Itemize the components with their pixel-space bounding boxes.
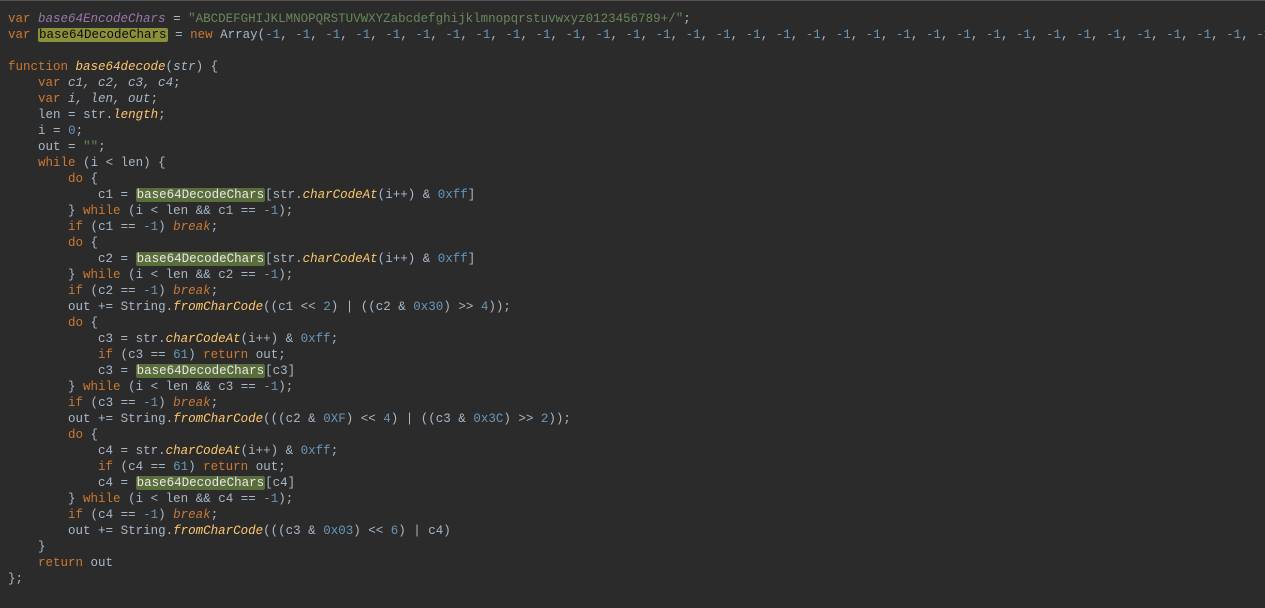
string-literal: "ABCDEFGHIJKLMNOPQRSTUVWXYZabcdefghijklm…: [188, 12, 683, 26]
code-line: if (c4 == 61) return out;: [8, 460, 286, 474]
highlight-decode: base64DecodeChars: [136, 476, 266, 490]
highlight-decode: base64DecodeChars: [38, 28, 168, 42]
code-line: if (c2 == -1) break;: [8, 284, 218, 298]
code-line: if (c1 == -1) break;: [8, 220, 218, 234]
code-line: c4 = base64DecodeChars[c4]: [8, 476, 295, 490]
code-line: if (c3 == -1) break;: [8, 396, 218, 410]
highlight-decode: base64DecodeChars: [136, 252, 266, 266]
code-line: [8, 44, 16, 58]
code-line: if (c4 == -1) break;: [8, 508, 218, 522]
code-line: var base64DecodeChars = new Array(-1, -1…: [8, 28, 1265, 42]
code-line: out += String.fromCharCode(((c2 & 0XF) <…: [8, 412, 571, 426]
code-line: out = "";: [8, 140, 106, 154]
code-line: c4 = str.charCodeAt(i++) & 0xff;: [8, 444, 338, 458]
code-line: c2 = base64DecodeChars[str.charCodeAt(i+…: [8, 252, 475, 266]
code-line: if (c3 == 61) return out;: [8, 348, 286, 362]
ident-encode: base64EncodeChars: [38, 12, 166, 26]
code-line: do {: [8, 236, 98, 250]
code-line: var c1, c2, c3, c4;: [8, 76, 181, 90]
code-line: c1 = base64DecodeChars[str.charCodeAt(i+…: [8, 188, 475, 202]
code-line: do {: [8, 428, 98, 442]
code-line: } while (i < len && c3 == -1);: [8, 380, 293, 394]
code-line: i = 0;: [8, 124, 83, 138]
code-line: len = str.length;: [8, 108, 166, 122]
code-line: } while (i < len && c4 == -1);: [8, 492, 293, 506]
code-line: while (i < len) {: [8, 156, 166, 170]
code-line: c3 = str.charCodeAt(i++) & 0xff;: [8, 332, 338, 346]
code-line: var i, len, out;: [8, 92, 158, 106]
highlight-decode: base64DecodeChars: [136, 364, 266, 378]
code-line: var base64EncodeChars = "ABCDEFGHIJKLMNO…: [8, 12, 691, 26]
func-name: base64decode: [76, 60, 166, 74]
code-line: out += String.fromCharCode(((c3 & 0x03) …: [8, 524, 451, 538]
keyword-var: var: [8, 12, 31, 26]
highlight-decode: base64DecodeChars: [136, 188, 266, 202]
code-line: } while (i < len && c2 == -1);: [8, 268, 293, 282]
code-line: function base64decode(str) {: [8, 60, 218, 74]
code-editor[interactable]: var base64EncodeChars = "ABCDEFGHIJKLMNO…: [0, 0, 1265, 597]
code-line: } while (i < len && c1 == -1);: [8, 204, 293, 218]
code-line: }: [8, 540, 46, 554]
code-line: c3 = base64DecodeChars[c3]: [8, 364, 295, 378]
code-line: };: [8, 572, 23, 586]
code-line: out += String.fromCharCode((c1 << 2) | (…: [8, 300, 511, 314]
code-line: return out: [8, 556, 113, 570]
code-line: do {: [8, 316, 98, 330]
code-line: do {: [8, 172, 98, 186]
